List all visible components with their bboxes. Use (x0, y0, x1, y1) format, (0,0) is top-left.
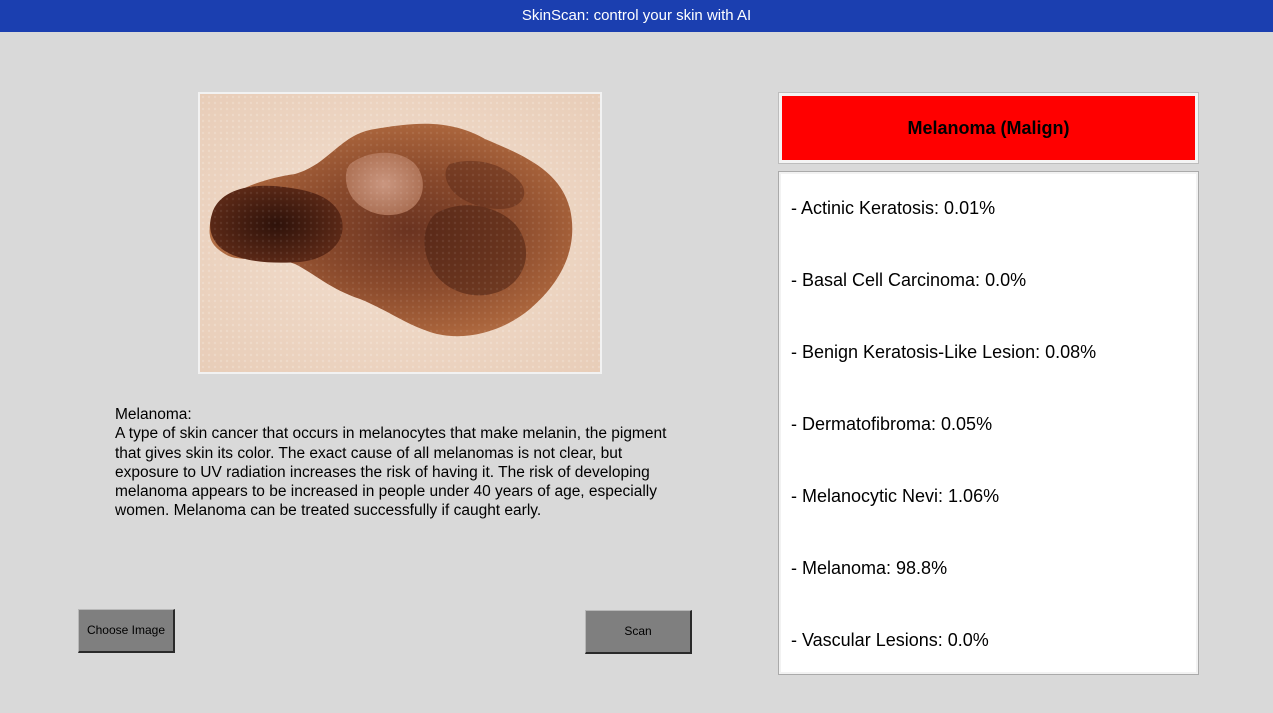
list-item: - Actinic Keratosis: 0.01% (791, 198, 996, 218)
description-body: A type of skin cancer that occurs in mel… (115, 425, 667, 520)
list-item: - Melanoma: 98.8% (791, 558, 948, 578)
list-item: - Vascular Lesions: 0.0% (791, 630, 989, 650)
window-title: SkinScan: control your skin with AI (0, 0, 1273, 32)
list-item: - Basal Cell Carcinoma: 0.0% (791, 270, 1027, 290)
choose-image-button[interactable]: Choose Image (78, 609, 175, 653)
diagnosis-description: Melanoma: A type of skin cancer that occ… (115, 405, 675, 521)
list-item: - Benign Keratosis-Like Lesion: 0.08% (791, 342, 1097, 362)
diagnosis-result: Melanoma (Malign) (778, 92, 1199, 164)
list-item: - Dermatofibroma: 0.05% (791, 414, 993, 434)
scan-button[interactable]: Scan (585, 610, 692, 654)
lesion-image (198, 92, 602, 374)
probability-list: - Actinic Keratosis: 0.01% - Basal Cell … (778, 171, 1199, 675)
description-heading: Melanoma: (115, 406, 192, 423)
skin-lesion-photo-icon (200, 94, 600, 372)
list-item: - Melanocytic Nevi: 1.06% (791, 486, 1000, 506)
